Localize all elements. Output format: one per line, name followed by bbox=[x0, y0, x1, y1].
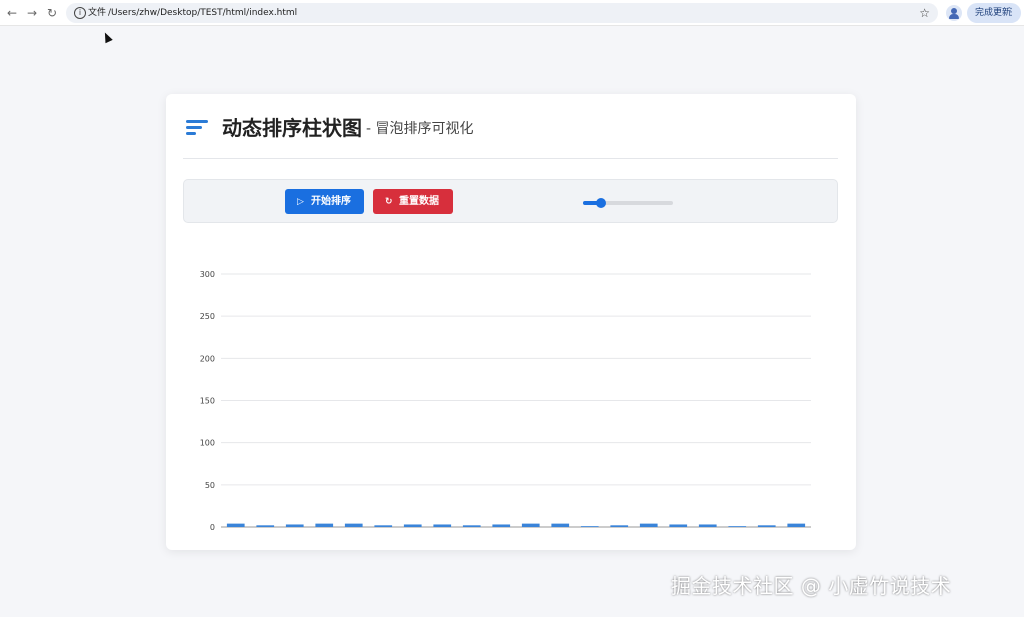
mouse-cursor-icon bbox=[101, 30, 113, 44]
bar bbox=[580, 526, 599, 527]
start-sort-label: 开始排序 bbox=[311, 196, 351, 207]
reset-data-label: 重置数据 bbox=[399, 196, 439, 207]
bar bbox=[639, 523, 658, 527]
bar bbox=[344, 523, 363, 527]
start-sort-button[interactable]: ▷ 开始排序 bbox=[285, 189, 364, 214]
watermark: 掘金技术社区 @ 小虚竹说技术 bbox=[671, 574, 952, 598]
speed-slider[interactable] bbox=[583, 198, 673, 208]
bar bbox=[492, 524, 511, 527]
profile-icon[interactable] bbox=[946, 5, 962, 21]
bar bbox=[315, 523, 334, 527]
y-tick-label: 250 bbox=[200, 312, 215, 321]
page-title: 动态排序柱状图 bbox=[222, 116, 362, 140]
bar bbox=[521, 523, 540, 527]
url-text[interactable]: /Users/zhw/Desktop/TEST/html/index.html bbox=[108, 6, 297, 20]
sort-icon bbox=[186, 120, 208, 136]
bar bbox=[669, 524, 688, 527]
bar bbox=[610, 525, 629, 527]
page-subtitle: - 冒泡排序可视化 bbox=[366, 121, 474, 137]
reload-icon[interactable]: ↻ bbox=[44, 5, 60, 21]
info-icon[interactable]: i bbox=[74, 7, 86, 19]
visualization-card: 动态排序柱状图 - 冒泡排序可视化 ▷ 开始排序 ↻ 重置数据 0 50 100 150 2… bbox=[166, 94, 856, 550]
divider bbox=[183, 158, 838, 159]
control-panel: ▷ 开始排序 ↻ 重置数据 bbox=[183, 179, 838, 223]
y-tick-label: 50 bbox=[205, 481, 215, 490]
menu-dots-icon[interactable]: ⋮ bbox=[1006, 3, 1016, 23]
address-bar[interactable]: i 文件 /Users/zhw/Desktop/TEST/html/index.… bbox=[66, 3, 938, 23]
bar bbox=[403, 524, 422, 527]
bar bbox=[285, 524, 304, 527]
bar bbox=[787, 523, 806, 527]
bar bbox=[462, 525, 481, 527]
slider-thumb[interactable] bbox=[596, 198, 606, 208]
browser-toolbar: ← → ↻ i 文件 /Users/zhw/Desktop/TEST/html/… bbox=[0, 0, 1024, 26]
y-tick-label: 0 bbox=[210, 523, 215, 532]
reset-data-button[interactable]: ↻ 重置数据 bbox=[373, 189, 453, 214]
bar bbox=[256, 525, 275, 527]
bar bbox=[757, 525, 776, 527]
update-button[interactable]: 完成更新 ⋮ bbox=[967, 3, 1021, 23]
bar bbox=[226, 523, 245, 527]
bar bbox=[551, 523, 570, 527]
play-icon: ▷ bbox=[297, 197, 304, 207]
bar bbox=[698, 524, 717, 527]
y-tick-label: 100 bbox=[200, 439, 215, 448]
y-tick-label: 200 bbox=[200, 354, 215, 363]
bar-chart: 0 50 100 150 200 250 300 bbox=[200, 270, 811, 532]
refresh-icon: ↻ bbox=[385, 197, 393, 207]
y-tick-label: 150 bbox=[200, 397, 215, 406]
back-icon[interactable]: ← bbox=[4, 5, 20, 21]
bar bbox=[374, 525, 393, 527]
bar bbox=[433, 524, 452, 527]
forward-icon[interactable]: → bbox=[24, 5, 40, 21]
file-label: 文件 bbox=[88, 8, 107, 18]
bookmark-star-icon[interactable]: ☆ bbox=[919, 5, 930, 21]
bar bbox=[728, 526, 747, 527]
y-tick-label: 300 bbox=[200, 270, 215, 279]
